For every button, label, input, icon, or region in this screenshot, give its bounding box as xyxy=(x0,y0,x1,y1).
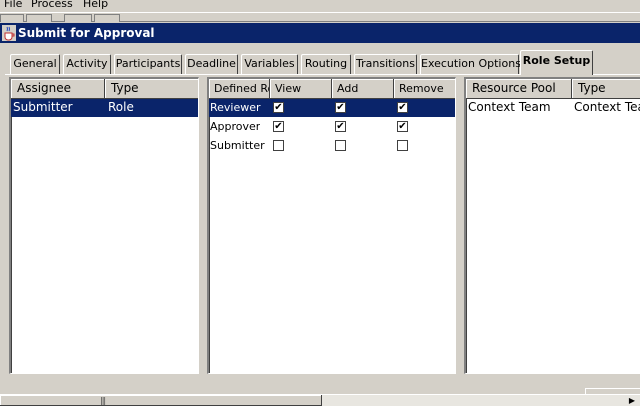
column-header-defined-role[interactable]: Defined Ro xyxy=(209,79,270,99)
view-checkbox[interactable]: ✔ xyxy=(273,102,284,113)
tab-execution-options[interactable]: Execution Options xyxy=(420,54,521,74)
view-checkbox[interactable]: ✔ xyxy=(273,121,284,132)
menu-process[interactable]: Process xyxy=(31,0,73,10)
table-row[interactable]: Context Team Context Tea xyxy=(466,99,640,117)
menu-help[interactable]: Help xyxy=(83,0,108,10)
horizontal-scrollbar[interactable]: ||| ▶ xyxy=(0,394,640,406)
add-checkbox[interactable]: ✔ xyxy=(335,102,346,113)
type-cell: Role xyxy=(108,100,134,114)
table-row[interactable]: Submitter xyxy=(209,137,455,155)
table-row[interactable]: Reviewer ✔ ✔ ✔ xyxy=(209,99,455,117)
column-header-assignee[interactable]: Assignee xyxy=(11,79,105,99)
tab-participants[interactable]: Participants xyxy=(114,54,182,74)
view-checkbox[interactable] xyxy=(273,140,284,151)
tab-role-setup[interactable]: Role Setup xyxy=(520,50,593,75)
scroll-right-arrow-icon[interactable]: ▶ xyxy=(624,395,640,406)
toolbar-button[interactable] xyxy=(26,14,52,22)
add-checkbox[interactable] xyxy=(335,140,346,151)
menu-file[interactable]: File xyxy=(4,0,22,10)
column-header-type[interactable]: Type xyxy=(105,79,198,99)
role-name-cell: Submitter xyxy=(210,139,265,152)
column-header-add[interactable]: Add xyxy=(332,79,394,99)
remove-checkbox[interactable]: ✔ xyxy=(397,102,408,113)
type-cell: Context Tea xyxy=(574,100,640,114)
remove-checkbox[interactable] xyxy=(397,140,408,151)
tab-general[interactable]: General xyxy=(10,54,60,74)
tab-routing[interactable]: Routing xyxy=(301,54,351,74)
role-permissions-table[interactable]: Defined Ro View Add Remove Reviewer ✔ ✔ … xyxy=(207,77,456,374)
window-title: Submit for Approval xyxy=(18,26,155,40)
table-row[interactable]: Submitter Role xyxy=(11,99,198,117)
column-header-remove[interactable]: Remove xyxy=(394,79,455,99)
resource-pool-table[interactable]: Resource Pool Type Context Team Context … xyxy=(464,77,640,374)
role-name-cell: Approver xyxy=(210,120,261,133)
tab-deadline[interactable]: Deadline xyxy=(185,54,238,74)
remove-checkbox[interactable]: ✔ xyxy=(397,121,408,132)
tab-activity[interactable]: Activity xyxy=(63,54,111,74)
assignee-cell: Submitter xyxy=(13,100,73,114)
java-cup-icon xyxy=(2,25,16,41)
resource-pool-cell: Context Team xyxy=(468,100,551,114)
toolbar-button[interactable] xyxy=(0,14,24,22)
toolbar-button[interactable] xyxy=(64,14,92,22)
tab-variables[interactable]: Variables xyxy=(241,54,298,74)
column-header-resource-pool[interactable]: Resource Pool xyxy=(466,79,572,99)
column-header-type[interactable]: Type xyxy=(572,79,640,99)
scrollbar-grip-icon: ||| xyxy=(100,396,106,405)
table-row[interactable]: Approver ✔ ✔ ✔ xyxy=(209,118,455,136)
add-checkbox[interactable]: ✔ xyxy=(335,121,346,132)
assignee-table[interactable]: Assignee Type Submitter Role xyxy=(9,77,199,374)
menu-bar: File Process Help xyxy=(0,0,640,12)
tab-transitions[interactable]: Transitions xyxy=(354,54,417,74)
toolbar-button[interactable] xyxy=(94,14,120,22)
column-header-view[interactable]: View xyxy=(270,79,332,99)
window-title-bar[interactable]: Submit for Approval xyxy=(0,23,640,43)
scrollbar-thumb[interactable]: ||| xyxy=(0,395,322,406)
role-name-cell: Reviewer xyxy=(210,101,261,114)
